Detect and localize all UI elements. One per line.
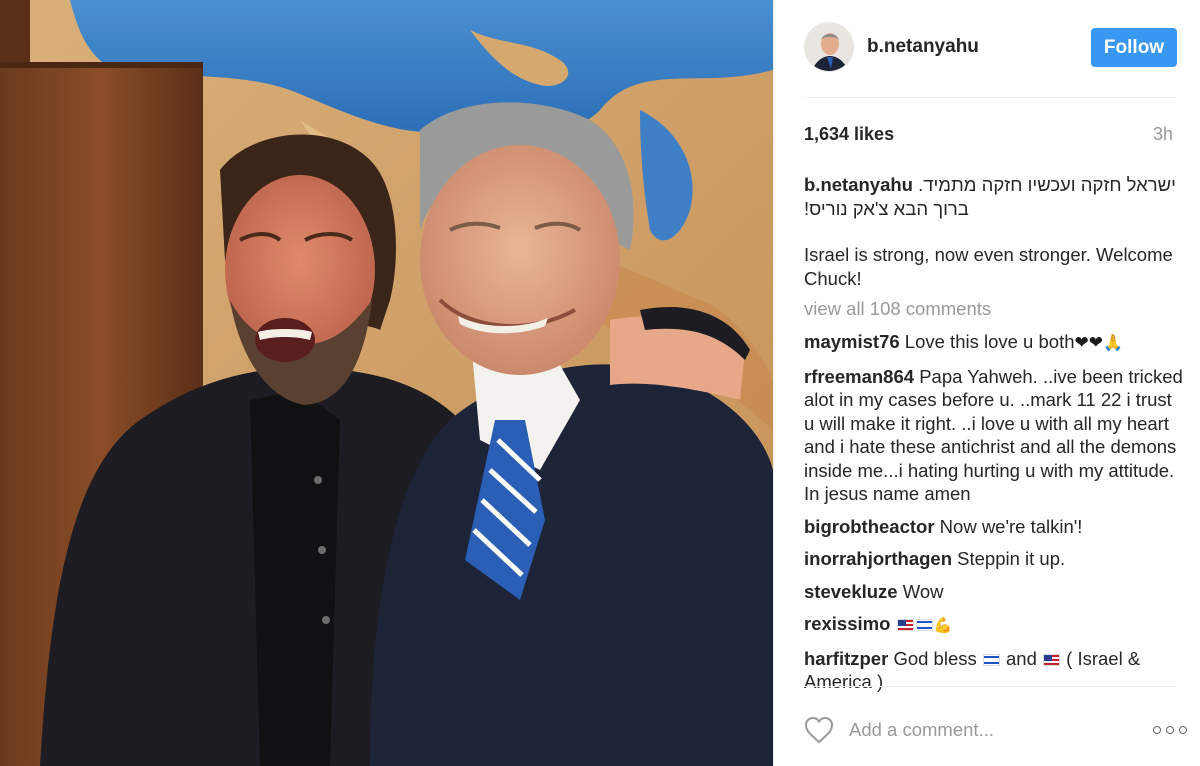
comment-item: maymist76 Love this love u both❤❤🙏	[804, 330, 1184, 356]
likes-count[interactable]: 1,634 likes	[804, 124, 894, 145]
comment-item: stevekluze Wow	[804, 580, 1184, 604]
comment-text: Wow	[902, 580, 944, 602]
follow-button[interactable]: Follow	[1091, 28, 1177, 67]
comment-username[interactable]: rfreeman864	[804, 366, 914, 387]
post-caption: b.netanyahu ישראל חזקה ועכשיו חזקה מתמיד…	[804, 173, 1179, 290]
avatar-portrait	[805, 23, 853, 71]
view-all-comments-link[interactable]: view all 108 comments	[804, 298, 991, 320]
comment-item: rexissimo 💪	[804, 612, 1184, 638]
comment-text: Love this love u both	[904, 331, 1075, 352]
comment-text: Now we're talkin'!	[939, 515, 1083, 537]
comment-text: God bless	[893, 647, 977, 669]
comment-username[interactable]: inorrahjorthagen	[804, 548, 952, 569]
dot-icon	[1166, 726, 1174, 734]
dot-icon	[1179, 726, 1187, 734]
comment-username[interactable]: maymist76	[804, 331, 900, 352]
praying-hands-emoji-icon: 🙏	[1103, 335, 1123, 352]
add-comment-input[interactable]	[849, 716, 1119, 744]
post-sidebar: b.netanyahu Follow 1,634 likes 3h b.neta…	[773, 0, 1200, 766]
comment-item: bigrobtheactor Now we're talkin'!	[804, 515, 1184, 539]
comment-item: rfreeman864 Papa Yahweh. ..ive been tric…	[804, 365, 1184, 506]
comment-username[interactable]: stevekluze	[804, 581, 898, 602]
like-heart-icon[interactable]	[804, 716, 834, 744]
us-flag-icon	[896, 619, 914, 631]
post-header: b.netanyahu Follow	[774, 0, 1200, 98]
israel-flag-icon	[915, 619, 933, 631]
comment-text: and	[1006, 647, 1037, 669]
flexed-arm-emoji-icon: 💪	[933, 617, 953, 634]
more-options-icon[interactable]	[1153, 722, 1187, 738]
comment-username[interactable]: bigrobtheactor	[804, 516, 935, 537]
comment-username[interactable]: harfitzper	[804, 648, 888, 669]
comment-username[interactable]: rexissimo	[804, 613, 890, 634]
hearts-emoji-icon: ❤❤	[1074, 333, 1104, 352]
photo-illustration	[0, 0, 773, 766]
comments-list: maymist76 Love this love u both❤❤🙏 rfree…	[804, 330, 1184, 703]
us-flag-icon	[1043, 653, 1061, 666]
caption-username[interactable]: b.netanyahu	[804, 174, 913, 195]
comment-text: Steppin it up.	[957, 548, 1066, 569]
heart-outline-icon	[804, 716, 834, 744]
actions-divider	[804, 686, 1176, 687]
post-timestamp[interactable]: 3h	[1153, 124, 1173, 145]
dot-icon	[1153, 726, 1161, 734]
comment-item: inorrahjorthagen Steppin it up.	[804, 547, 1184, 571]
caption-english-text: Israel is strong, now even stronger. Wel…	[804, 244, 1173, 289]
header-divider	[804, 97, 1176, 98]
israel-flag-icon	[982, 653, 1000, 666]
post-photo[interactable]	[0, 0, 773, 766]
username-link[interactable]: b.netanyahu	[867, 36, 979, 58]
avatar[interactable]	[804, 22, 854, 72]
likes-row: 1,634 likes 3h	[804, 124, 1173, 148]
